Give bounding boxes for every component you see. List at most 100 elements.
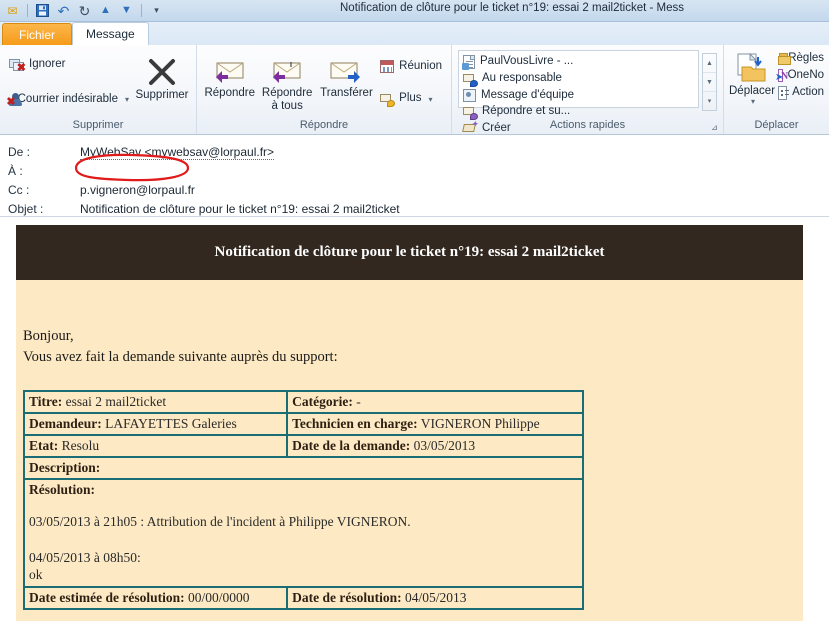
ribbon-group-repondre: Répondre Répondre à tous Transférer Réun…: [196, 45, 451, 134]
quick-steps-gallery: PaulVousLivre - ... Au responsable Messa…: [458, 50, 699, 133]
delete-button[interactable]: Supprimer: [133, 49, 191, 102]
more-respond-icon: [380, 93, 396, 107]
quick-steps-more[interactable]: ▾: [703, 91, 716, 110]
forward-button[interactable]: Transférer: [317, 51, 376, 100]
greeting-line-2: Vous avez fait la demande suivante auprè…: [23, 349, 338, 366]
date-resolution-value: 04/05/2013: [404, 590, 467, 606]
delete-x-icon: [147, 55, 177, 89]
etat-value: Resolu: [61, 438, 100, 454]
meeting-button[interactable]: Réunion: [376, 57, 446, 76]
onenote-icon: N ➤: [775, 69, 789, 83]
cell-demandeur: Demandeur: LAFAYETTES Galeries: [22, 412, 289, 437]
actions-button[interactable]: Action: [775, 84, 827, 102]
quickstep-move-icon: [462, 55, 475, 70]
description-label: Description:: [29, 460, 101, 476]
quickstep-reply-delete-icon: [463, 106, 478, 120]
resolution-line-3: ok: [29, 567, 43, 583]
ribbon-group-label-deplacer: Déplacer: [754, 119, 799, 131]
cell-date-estimee: Date estimée de résolution: 00/00/0000: [22, 586, 289, 611]
move-button[interactable]: Déplacer ▾: [729, 49, 775, 107]
quickstep-to-manager-icon: [463, 73, 478, 87]
ribbon-group-deplacer: Déplacer ▾ Règles N ➤ OneNo Action Dépla…: [723, 45, 829, 134]
actions-icon: [778, 86, 790, 100]
ribbon-tab-strip: Fichier Message: [0, 22, 829, 45]
to-label: À :: [8, 163, 23, 178]
from-value[interactable]: MyWebSav <mywebsav@lorpaul.fr>: [80, 144, 829, 160]
table-row: Date estimée de résolution: 00/00/0000 D…: [22, 586, 584, 611]
reply-all-button[interactable]: Répondre à tous: [258, 51, 317, 113]
move-folder-icon: [736, 51, 768, 85]
forward-icon: [329, 53, 363, 87]
technicien-label: Technicien en charge:: [292, 416, 418, 432]
resolution-line-1: 03/05/2013 à 21h05 : Attribution de l'in…: [29, 514, 411, 530]
quickstep-paulvouslivre[interactable]: PaulVousLivre - ...: [460, 53, 582, 71]
tab-message[interactable]: Message: [72, 22, 149, 45]
table-row: Demandeur: LAFAYETTES Galeries Technicie…: [22, 412, 584, 437]
cell-categorie: Catégorie: -: [286, 390, 584, 415]
quickstep-au-responsable[interactable]: Au responsable: [460, 71, 578, 87]
title-bar: ✉ ↶ ↻ ▲ ▼ ▾ Notification de clôture pour…: [0, 0, 829, 22]
quick-steps-dialog-launcher-icon[interactable]: ⊿: [709, 122, 720, 133]
ignore-icon: ✖: [9, 59, 26, 74]
quick-steps-scroll-up[interactable]: ▲: [703, 54, 716, 72]
onenote-button[interactable]: N ➤ OneNo: [775, 67, 827, 84]
ribbon-group-label-repondre: Répondre: [299, 119, 349, 131]
message-header: De : MyWebSav <mywebsav@lorpaul.fr> À : …: [0, 136, 829, 216]
cell-date-resolution: Date de résolution: 04/05/2013: [286, 586, 584, 611]
resolution-label: Résolution:: [29, 482, 96, 498]
junk-mail-button[interactable]: ✖ Courrier indésirable ▾: [5, 90, 133, 109]
rules-icon: [778, 53, 792, 65]
cell-technicien: Technicien en charge: VIGNERON Philippe: [286, 412, 584, 437]
categorie-value: -: [356, 394, 361, 410]
email-bottom-spacer: [16, 610, 803, 621]
ribbon-group-supprimer: ✖ Ignorer ✖ Courrier indésirable ▾ Suppr…: [0, 45, 196, 134]
reply-button[interactable]: Répondre: [202, 51, 258, 100]
date-estimee-label: Date estimée de résolution:: [29, 590, 185, 606]
quickstep-message-equipe[interactable]: Message d'équipe: [460, 87, 582, 104]
quick-steps-scrollbar[interactable]: ▲ ▼ ▾: [702, 53, 717, 111]
header-row-to: À :: [0, 161, 829, 180]
titre-value: essai 2 mail2ticket: [65, 394, 167, 410]
ticket-details-table: Titre: essai 2 mail2ticket Catégorie: - …: [22, 390, 584, 611]
ticket-notification-email: Notification de clôture pour le ticket n…: [16, 225, 803, 621]
cc-value[interactable]: p.vigneron@lorpaul.fr: [80, 183, 829, 197]
demandeur-value: LAFAYETTES Galeries: [105, 416, 237, 432]
table-row: Résolution: 03/05/2013 à 21h05 : Attribu…: [23, 478, 584, 589]
date-resolution-label: Date de résolution:: [292, 590, 402, 606]
cc-label: Cc :: [8, 182, 30, 197]
cell-date-demande: Date de la demande: 03/05/2013: [286, 434, 584, 459]
chevron-down-icon: ▾: [428, 94, 433, 104]
ribbon-group-actions-rapides: PaulVousLivre - ... Au responsable Messa…: [451, 45, 723, 134]
categorie-label: Catégorie:: [292, 394, 353, 410]
window-title: Notification de clôture pour le ticket n…: [340, 2, 685, 14]
table-row: Titre: essai 2 mail2ticket Catégorie: -: [22, 390, 584, 415]
date-demande-value: 03/05/2013: [413, 438, 476, 454]
outlook-message-window: ✉ ↶ ↻ ▲ ▼ ▾ Notification de clôture pour…: [0, 0, 829, 621]
cell-etat: Etat: Resolu: [22, 434, 289, 459]
header-row-from: De : MyWebSav <mywebsav@lorpaul.fr>: [0, 142, 829, 161]
more-respond-button[interactable]: Plus ▾: [376, 90, 446, 108]
chevron-down-icon: ▾: [751, 96, 756, 106]
ribbon-group-label-supprimer: Supprimer: [72, 119, 124, 131]
date-demande-label: Date de la demande:: [292, 438, 411, 454]
ignore-button[interactable]: ✖ Ignorer: [5, 56, 133, 74]
resolution-line-2: 04/05/2013 à 08h50:: [29, 550, 141, 566]
quickstep-create-icon: ✦: [462, 120, 479, 135]
from-label: De :: [8, 144, 31, 159]
table-row: Etat: Resolu Date de la demande: 03/05/2…: [22, 434, 584, 459]
header-row-cc: Cc : p.vigneron@lorpaul.fr: [0, 180, 829, 199]
technicien-value: VIGNERON Philippe: [420, 416, 540, 432]
cell-resolution: Résolution: 03/05/2013 à 21h05 : Attribu…: [23, 478, 584, 589]
rules-button[interactable]: Règles: [775, 51, 827, 67]
subject-value: Notification de clôture pour le ticket n…: [80, 201, 400, 216]
quickstep-team-email-icon: [463, 89, 476, 102]
greeting-line-1: Bonjour,: [23, 328, 74, 344]
junk-mail-icon: ✖: [6, 93, 22, 108]
email-banner-title: Notification de clôture pour le ticket n…: [16, 225, 803, 280]
reply-icon: [213, 53, 247, 87]
demandeur-label: Demandeur:: [29, 416, 102, 432]
tab-fichier[interactable]: Fichier: [2, 23, 73, 45]
email-body: Bonjour, Vous avez fait la demande suiva…: [16, 280, 803, 621]
cell-titre: Titre: essai 2 mail2ticket: [22, 390, 289, 415]
quick-steps-scroll-down[interactable]: ▼: [703, 72, 716, 91]
